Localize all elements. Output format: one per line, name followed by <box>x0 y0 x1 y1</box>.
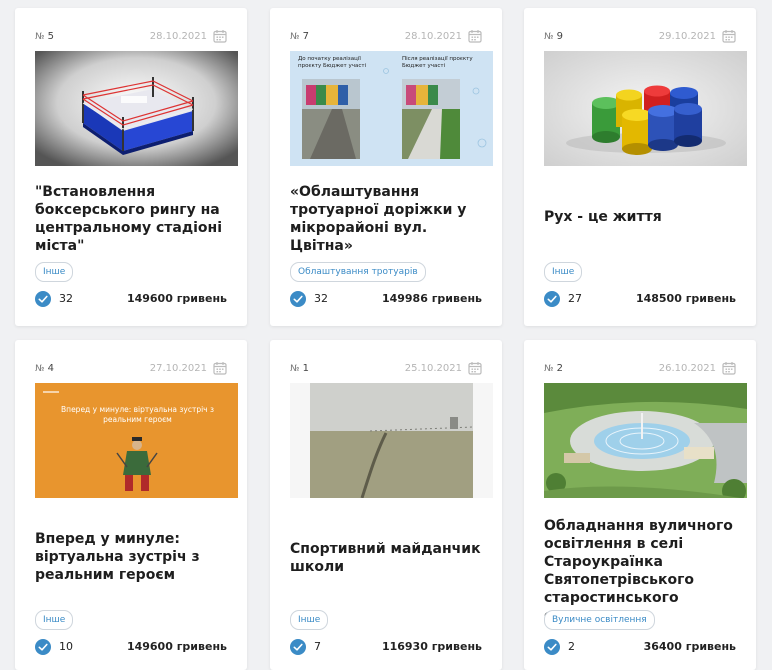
project-number: № 9 <box>544 31 563 42</box>
project-photo-sidewalk[interactable]: До початку реалізації проєкту Бюджет уча… <box>290 51 493 166</box>
project-photo-seats[interactable] <box>544 51 747 166</box>
project-title[interactable]: Обладнання вуличного освітлення в селі С… <box>544 517 740 625</box>
project-date: 28.10.2021 <box>149 31 207 42</box>
project-amount: 116930 гривень <box>381 640 482 653</box>
vote-count: 7 <box>314 640 321 653</box>
project-stats: 10 149600 гривень <box>35 639 227 655</box>
project-date: 27.10.2021 <box>149 363 207 374</box>
project-amount: 149600 гривень <box>126 640 227 653</box>
calendar-icon <box>213 362 227 375</box>
project-amount: 36400 гривень <box>643 640 736 653</box>
card-meta: № 5 28.10.2021 <box>35 30 227 45</box>
card-meta: № 2 26.10.2021 <box>544 362 736 377</box>
project-photo-virtual-meeting[interactable]: Вперед у минуле: віртуальна зустріч з ре… <box>35 383 238 498</box>
vote-count: 10 <box>59 640 73 653</box>
calendar-icon <box>722 362 736 375</box>
project-title[interactable]: Спортивний майданчик школи <box>290 540 486 576</box>
check-circle-icon <box>544 639 560 655</box>
check-circle-icon <box>290 291 306 307</box>
calendar-icon <box>468 362 482 375</box>
project-card[interactable]: № 7 28.10.2021 До початку реалізації про… <box>270 8 502 326</box>
project-card[interactable]: № 5 28.10.2021 "Встановлення боксерськог… <box>15 8 247 326</box>
project-number: № 2 <box>544 363 563 374</box>
project-card[interactable]: № 9 29.10.2021 Рух - це життя Інше 27 14… <box>524 8 756 326</box>
check-circle-icon <box>35 291 51 307</box>
card-meta: № 4 27.10.2021 <box>35 362 227 377</box>
calendar-icon <box>213 30 227 43</box>
project-number: № 7 <box>290 31 309 42</box>
project-amount: 148500 гривень <box>635 292 736 305</box>
check-circle-icon <box>290 639 306 655</box>
project-stats: 32 149600 гривень <box>35 291 227 307</box>
projects-grid: № 5 28.10.2021 "Встановлення боксерськог… <box>0 0 772 670</box>
category-tag[interactable]: Інше <box>290 610 329 630</box>
category-tag[interactable]: Вуличне освітлення <box>544 610 655 630</box>
project-date: 29.10.2021 <box>658 31 716 42</box>
project-amount: 149600 гривень <box>126 292 227 305</box>
project-photo-boxing-ring[interactable] <box>35 51 238 166</box>
project-number: № 4 <box>35 363 54 374</box>
project-number: № 5 <box>35 31 54 42</box>
card-meta: № 1 25.10.2021 <box>290 362 482 377</box>
project-card[interactable]: № 1 25.10.2021 Спортивний майданчик школ… <box>270 340 502 670</box>
project-stats: 7 116930 гривень <box>290 639 482 655</box>
project-title[interactable]: «Облаштування тротуарної доріжки у мікро… <box>290 183 486 255</box>
vote-count: 2 <box>568 640 575 653</box>
project-stats: 32 149986 гривень <box>290 291 482 307</box>
vote-count: 27 <box>568 292 582 305</box>
project-number: № 1 <box>290 363 309 374</box>
project-card[interactable]: № 2 26.10.2021 Обладнання вуличного осві… <box>524 340 756 670</box>
category-tag[interactable]: Інше <box>35 610 74 630</box>
project-title[interactable]: "Встановлення боксерського рингу на цент… <box>35 183 231 255</box>
category-tag[interactable]: Інше <box>35 262 74 282</box>
project-date: 28.10.2021 <box>404 31 462 42</box>
card-meta: № 9 29.10.2021 <box>544 30 736 45</box>
check-circle-icon <box>35 639 51 655</box>
calendar-icon <box>468 30 482 43</box>
check-circle-icon <box>544 291 560 307</box>
calendar-icon <box>722 30 736 43</box>
vote-count: 32 <box>59 292 73 305</box>
category-tag[interactable]: Інше <box>544 262 583 282</box>
project-amount: 149986 гривень <box>381 292 482 305</box>
project-title[interactable]: Вперед у минуле: віртуальна зустріч з ре… <box>35 530 231 584</box>
project-title[interactable]: Рух - це життя <box>544 208 740 226</box>
project-photo-park-lighting[interactable] <box>544 383 747 498</box>
category-tag[interactable]: Облаштування тротуарів <box>290 262 426 282</box>
vote-count: 32 <box>314 292 328 305</box>
project-stats: 2 36400 гривень <box>544 639 736 655</box>
project-photo-sports-ground[interactable] <box>290 383 493 498</box>
card-meta: № 7 28.10.2021 <box>290 30 482 45</box>
project-stats: 27 148500 гривень <box>544 291 736 307</box>
project-date: 26.10.2021 <box>658 363 716 374</box>
project-card[interactable]: № 4 27.10.2021 Вперед у минуле: віртуаль… <box>15 340 247 670</box>
project-date: 25.10.2021 <box>404 363 462 374</box>
